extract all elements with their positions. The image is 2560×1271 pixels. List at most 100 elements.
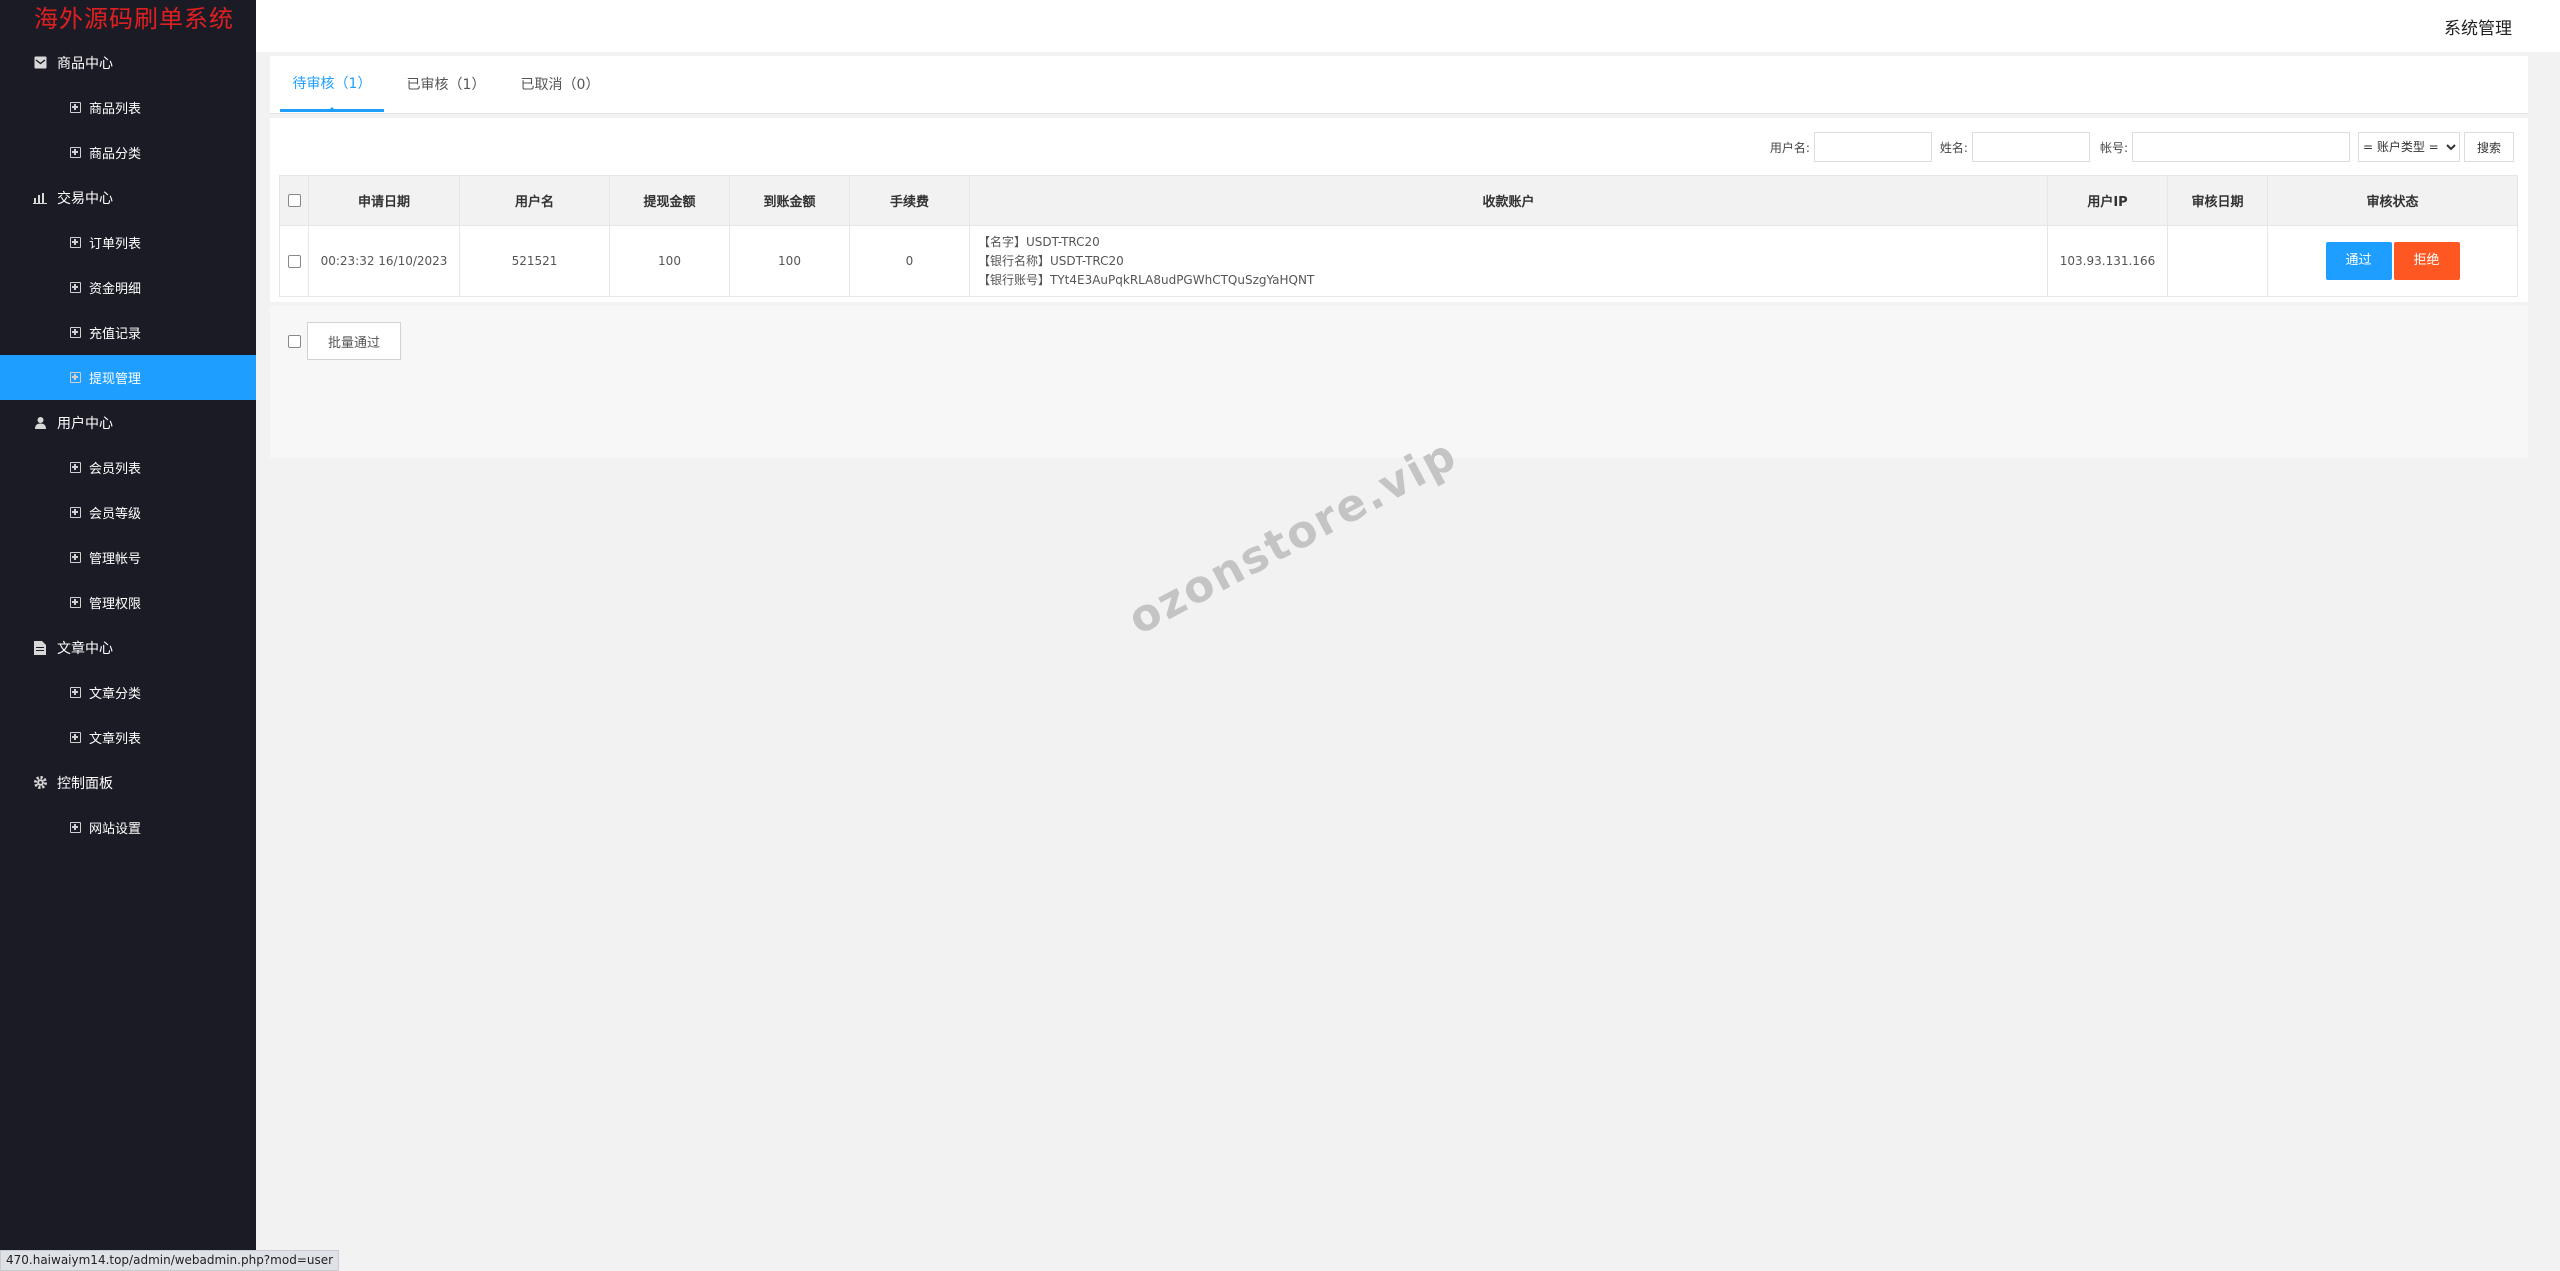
name-input[interactable]: [1971, 132, 2090, 162]
reject-button[interactable]: 拒绝: [2393, 242, 2460, 280]
withdraw-table: 申请日期 用户名 提现金额 到账金额 手续费 收款账户 用户IP 审核日期 审核…: [279, 175, 2518, 297]
account-type-select[interactable]: = 账户类型 =: [2358, 132, 2460, 162]
sidebar-item-article-category[interactable]: 文章分类: [0, 670, 256, 715]
sidebar-item-label: 提现管理: [89, 372, 142, 387]
plus-square-icon: [70, 552, 81, 563]
bar-chart-icon: [32, 190, 48, 206]
nav-group-trade[interactable]: 交易中心: [0, 175, 256, 220]
name-filter-label: 姓名:: [1939, 140, 1968, 155]
fee-cell: 0: [849, 225, 970, 297]
nav-group-label: 用户中心: [57, 415, 113, 432]
bank-name-line: 【银行名称】USDT-TRC20: [978, 253, 1124, 268]
sidebar-item-admin-permissions[interactable]: 管理权限: [0, 580, 256, 625]
nav-group-label: 控制面板: [57, 775, 113, 792]
sidebar-item-member-levels[interactable]: 会员等级: [0, 490, 256, 535]
sidebar-item-withdraw[interactable]: 提现管理: [0, 355, 256, 400]
select-all-checkbox[interactable]: [287, 194, 301, 207]
search-button[interactable]: 搜索: [2464, 132, 2514, 162]
username-input[interactable]: [1813, 132, 1932, 162]
amount-cell: 100: [609, 225, 730, 297]
tab-cancelled[interactable]: 已取消（0）: [508, 56, 612, 112]
table-header-row: 申请日期 用户名 提现金额 到账金额 手续费 收款账户 用户IP 审核日期 审核…: [279, 175, 2518, 226]
sidebar-item-article-list[interactable]: 文章列表: [0, 715, 256, 760]
account-name-line: 【名字】USDT-TRC20: [978, 234, 1100, 249]
status-tabs: 待审核（1） 已审核（1） 已取消（0）: [270, 56, 2528, 114]
table-row: 00:23:32 16/10/2023 521521 100 100 0 【名字…: [279, 225, 2518, 297]
nav-group-label: 商品中心: [57, 55, 113, 72]
column-header: 到账金额: [729, 175, 850, 226]
sidebar-item-members[interactable]: 会员列表: [0, 445, 256, 490]
apply-date-cell: 00:23:32 16/10/2023: [308, 225, 460, 297]
sidebar-item-recharge[interactable]: 充值记录: [0, 310, 256, 355]
tab-reviewed[interactable]: 已审核（1）: [394, 56, 498, 112]
plus-square-icon: [70, 237, 81, 248]
username-filter-label: 用户名:: [1769, 140, 1810, 155]
plus-square-icon: [70, 822, 81, 833]
nav-group-articles[interactable]: 文章中心: [0, 625, 256, 670]
sidebar-item-orders[interactable]: 订单列表: [0, 220, 256, 265]
plus-square-icon: [70, 147, 81, 158]
account-filter-label: 帐号:: [2099, 140, 2128, 155]
column-header: 用户IP: [2047, 175, 2168, 226]
batch-actions-area: 批量通过: [270, 306, 2528, 458]
user-ip-cell: 103.93.131.166: [2047, 225, 2168, 297]
plus-square-icon: [70, 462, 81, 473]
plus-square-icon: [70, 282, 81, 293]
nav-group-goods[interactable]: 商品中心: [0, 40, 256, 85]
watermark: ozonstore.vip: [1120, 428, 1466, 646]
sidebar-item-admin-accounts[interactable]: 管理帐号: [0, 535, 256, 580]
select-all-cell: [279, 175, 309, 226]
sidebar-item-label: 资金明细: [89, 282, 142, 297]
gear-icon: [32, 775, 48, 791]
tab-pending[interactable]: 待审核（1）: [280, 56, 384, 112]
plus-square-icon: [70, 597, 81, 608]
plus-square-icon: [70, 102, 81, 113]
sidebar-item-label: 管理权限: [89, 597, 142, 612]
column-header: 审核状态: [2267, 175, 2518, 226]
sidebar-item-label: 管理帐号: [89, 552, 142, 567]
sidebar-item-funds[interactable]: 资金明细: [0, 265, 256, 310]
sidebar-item-label: 商品分类: [89, 147, 142, 162]
batch-approve-button[interactable]: 批量通过: [307, 322, 401, 360]
status-bar-url: 470.haiwaiym14.top/admin/webadmin.php?mo…: [0, 1250, 340, 1271]
column-header: 申请日期: [308, 175, 460, 226]
plus-square-icon: [70, 372, 81, 383]
sidebar-item-label: 充值记录: [89, 327, 142, 342]
nav-group-label: 交易中心: [57, 190, 113, 207]
sidebar-item-label: 文章分类: [89, 687, 142, 702]
row-select-cell: [279, 225, 309, 297]
mail-icon: [32, 55, 48, 71]
withdraw-list-card: 用户名: 姓名: 帐号: = 账户类型 = 搜索 申请日期 用户名 提现金额 到…: [270, 118, 2528, 302]
batch-select-checkbox[interactable]: [288, 334, 301, 348]
sidebar-item-label: 网站设置: [89, 822, 142, 837]
document-icon: [32, 640, 48, 656]
filter-bar: 用户名: 姓名: 帐号: = 账户类型 = 搜索: [1762, 132, 2514, 162]
column-header: 审核日期: [2167, 175, 2268, 226]
column-header: 收款账户: [969, 175, 2048, 226]
plus-square-icon: [70, 687, 81, 698]
batch-row: 批量通过: [288, 322, 401, 360]
column-header: 提现金额: [609, 175, 730, 226]
sidebar: 海外源码刷单系统 商品中心 商品列表 商品分类 交易中心 订单列表 资金明细 充…: [0, 0, 256, 1271]
sidebar-item-label: 会员列表: [89, 462, 142, 477]
review-date-cell: [2167, 225, 2268, 297]
sidebar-item-goods-list[interactable]: 商品列表: [0, 85, 256, 130]
nav-group-control-panel[interactable]: 控制面板: [0, 760, 256, 805]
user-icon: [32, 415, 48, 431]
sidebar-item-goods-category[interactable]: 商品分类: [0, 130, 256, 175]
column-header: 手续费: [849, 175, 970, 226]
sidebar-item-site-settings[interactable]: 网站设置: [0, 805, 256, 850]
sidebar-item-label: 商品列表: [89, 102, 142, 117]
account-input[interactable]: [2132, 132, 2350, 162]
username-cell: 521521: [459, 225, 610, 297]
sidebar-item-label: 会员等级: [89, 507, 142, 522]
review-status-cell: 通过 拒绝: [2267, 225, 2518, 297]
row-checkbox[interactable]: [287, 255, 301, 268]
top-header: 系统管理: [256, 0, 2560, 52]
sidebar-item-label: 订单列表: [89, 237, 142, 252]
system-management-link[interactable]: 系统管理: [2444, 14, 2512, 39]
app-logo[interactable]: 海外源码刷单系统: [0, 0, 256, 40]
approve-button[interactable]: 通过: [2325, 242, 2392, 280]
payee-account-cell: 【名字】USDT-TRC20 【银行名称】USDT-TRC20 【银行账号】TY…: [969, 225, 2048, 297]
nav-group-users[interactable]: 用户中心: [0, 400, 256, 445]
